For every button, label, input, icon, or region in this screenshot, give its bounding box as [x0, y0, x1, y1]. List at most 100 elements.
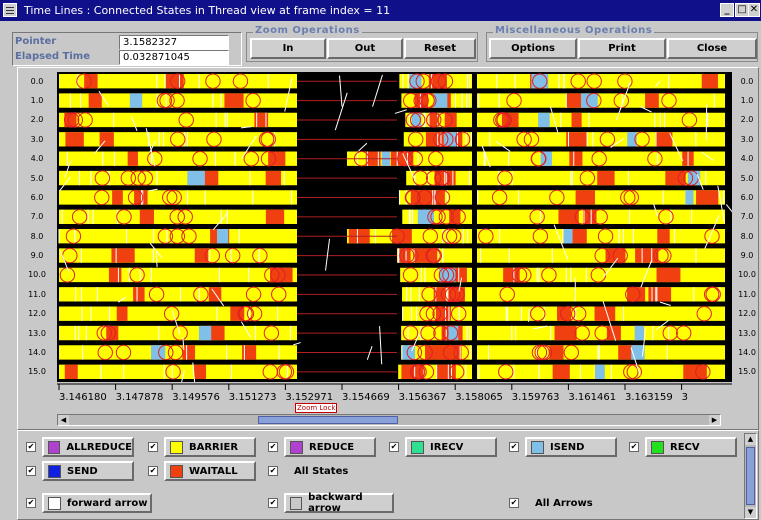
barrier-state [59, 306, 297, 321]
scroll-left-icon[interactable]: ◀ [58, 415, 69, 425]
scroll-up-icon[interactable]: ▲ [745, 434, 756, 445]
rank-label: 3.0 [30, 134, 44, 144]
rank-label: 2.0 [30, 115, 44, 125]
irecv-state-checkbox[interactable]: ✔ [389, 442, 399, 452]
waitall-state [64, 364, 78, 379]
rank-label: 7.0 [30, 212, 44, 222]
reduce-state-checkbox[interactable]: ✔ [268, 442, 278, 452]
waitall-state [413, 248, 438, 263]
barrier-state-swatch [170, 440, 183, 454]
waitall-state [106, 325, 119, 341]
recv-state-checkbox[interactable]: ✔ [629, 442, 639, 452]
waitall-state [133, 287, 145, 302]
legend-panel: ✔ ALLREDUCE ✔ BARRIER ✔ REDUCE ✔ IRECV ✔ ISEND ✔ RE… [17, 430, 759, 520]
waitall-state [65, 132, 84, 147]
isend-state-button[interactable]: ISEND [525, 437, 617, 457]
isend-state [217, 229, 229, 244]
window-menu-icon[interactable] [3, 3, 17, 17]
time-axis: 3.146180 3.147878 3.149576 3.151273 3.152971… [57, 383, 732, 403]
timeline-canvas[interactable] [57, 72, 732, 382]
waitall-state [566, 132, 587, 147]
waitall-state [224, 93, 244, 108]
allreduce-state-checkbox[interactable]: ✔ [26, 442, 36, 452]
misc-operations-title: Miscellaneous Operations [493, 25, 655, 36]
waitall-state [194, 248, 209, 263]
backward-arrow-checkbox[interactable]: ✔ [268, 498, 278, 508]
rank-label: 12.0 [738, 309, 756, 319]
backward-arrow-button[interactable]: backward arrow [284, 492, 394, 514]
backward-arrow-swatch [290, 496, 303, 510]
waitall-state [165, 74, 184, 89]
all-states-button[interactable]: All States [284, 461, 376, 481]
waitall-state [139, 209, 154, 224]
barrier-state-button[interactable]: BARRIER [164, 437, 256, 457]
horizontal-scrollbar[interactable]: ◀ ▶ [57, 414, 721, 426]
scroll-right-icon[interactable]: ▶ [709, 415, 720, 425]
barrier-state [477, 325, 725, 341]
zoom-operations-title: Zoom Operations [253, 25, 362, 36]
options-button[interactable]: Options [489, 38, 577, 59]
isend-state [563, 229, 573, 244]
send-state-button[interactable]: SEND [42, 461, 134, 481]
waitall-state [265, 209, 285, 224]
axis-tick-label: 3.149576 [172, 392, 220, 403]
send-state-checkbox[interactable]: ✔ [26, 466, 36, 476]
print-button[interactable]: Print [578, 38, 666, 59]
title-bar[interactable]: Time Lines : Connected States in Thread … [0, 0, 761, 21]
rank-label: 0.0 [30, 76, 44, 86]
irecv-state-swatch [411, 440, 424, 454]
zoom-in-button[interactable]: In [250, 38, 326, 59]
window-title: Time Lines : Connected States in Thread … [24, 4, 391, 17]
timeline-frame: 0.0 1.0 2.0 3.0 4.0 5.0 6.0 7.0 8.0 9.0 10.0 11.0 12… [17, 67, 759, 430]
waitall-state [701, 74, 718, 89]
minimize-icon[interactable]: _ [720, 3, 734, 17]
zoom-reset-button[interactable]: Reset [404, 38, 476, 59]
barrier-state-checkbox[interactable]: ✔ [148, 442, 158, 452]
rank-label: 10.0 [28, 270, 46, 280]
close-icon[interactable]: ✕ [748, 3, 760, 17]
axis-tick-label: 3.152971 [285, 392, 333, 403]
allreduce-state-swatch [48, 440, 61, 454]
isend-state [531, 74, 549, 89]
zoom-lock-label[interactable]: Zoom Lock [295, 403, 338, 413]
maximize-icon[interactable]: □ [735, 3, 749, 17]
isend-state-checkbox[interactable]: ✔ [509, 442, 519, 452]
scrollbar-thumb[interactable] [258, 416, 398, 424]
isend-state [129, 93, 143, 108]
isend-state-swatch [531, 440, 544, 454]
allreduce-state-button[interactable]: ALLREDUCE [42, 437, 134, 457]
reduce-state-button[interactable]: REDUCE [284, 437, 376, 457]
all-arrows-checkbox[interactable]: ✔ [509, 498, 519, 508]
forward-arrow-checkbox[interactable]: ✔ [26, 498, 36, 508]
allreduce-state-label: ALLREDUCE [66, 441, 132, 453]
waitall-state [635, 248, 659, 263]
axis-tick-label: 3.146180 [59, 392, 107, 403]
waitall-state [656, 267, 681, 283]
waitall-state [594, 306, 616, 321]
waitall-state-checkbox[interactable]: ✔ [148, 466, 158, 476]
rank-label: 3.0 [740, 134, 754, 144]
reduce-state-swatch [290, 440, 303, 454]
rank-label: 15.0 [738, 367, 756, 377]
waitall-state [194, 364, 207, 379]
recv-state-button[interactable]: RECV [645, 437, 737, 457]
rank-label: 6.0 [30, 192, 44, 202]
zoom-out-button[interactable]: Out [327, 38, 403, 59]
waitall-state [575, 190, 595, 205]
legend-scrollbar[interactable]: ▲ ▼ [744, 433, 757, 519]
all-states-checkbox[interactable]: ✔ [268, 466, 278, 476]
rank-label: 13.0 [738, 328, 756, 338]
close-button[interactable]: Close [667, 38, 757, 59]
waitall-state [557, 306, 572, 321]
isend-state [538, 112, 550, 128]
all-arrows-button[interactable]: All Arrows [525, 493, 635, 513]
barrier-state [59, 229, 297, 244]
legend-scrollbar-thumb[interactable] [746, 447, 755, 505]
scroll-down-icon[interactable]: ▼ [745, 507, 756, 518]
rank-label: 8.0 [30, 231, 44, 241]
irecv-state-button[interactable]: IRECV [405, 437, 497, 457]
barrier-state [477, 248, 725, 263]
waitall-state-button[interactable]: WAITALL [164, 461, 256, 481]
forward-arrow-button[interactable]: forward arrow [42, 493, 152, 513]
isend-state [634, 325, 644, 341]
